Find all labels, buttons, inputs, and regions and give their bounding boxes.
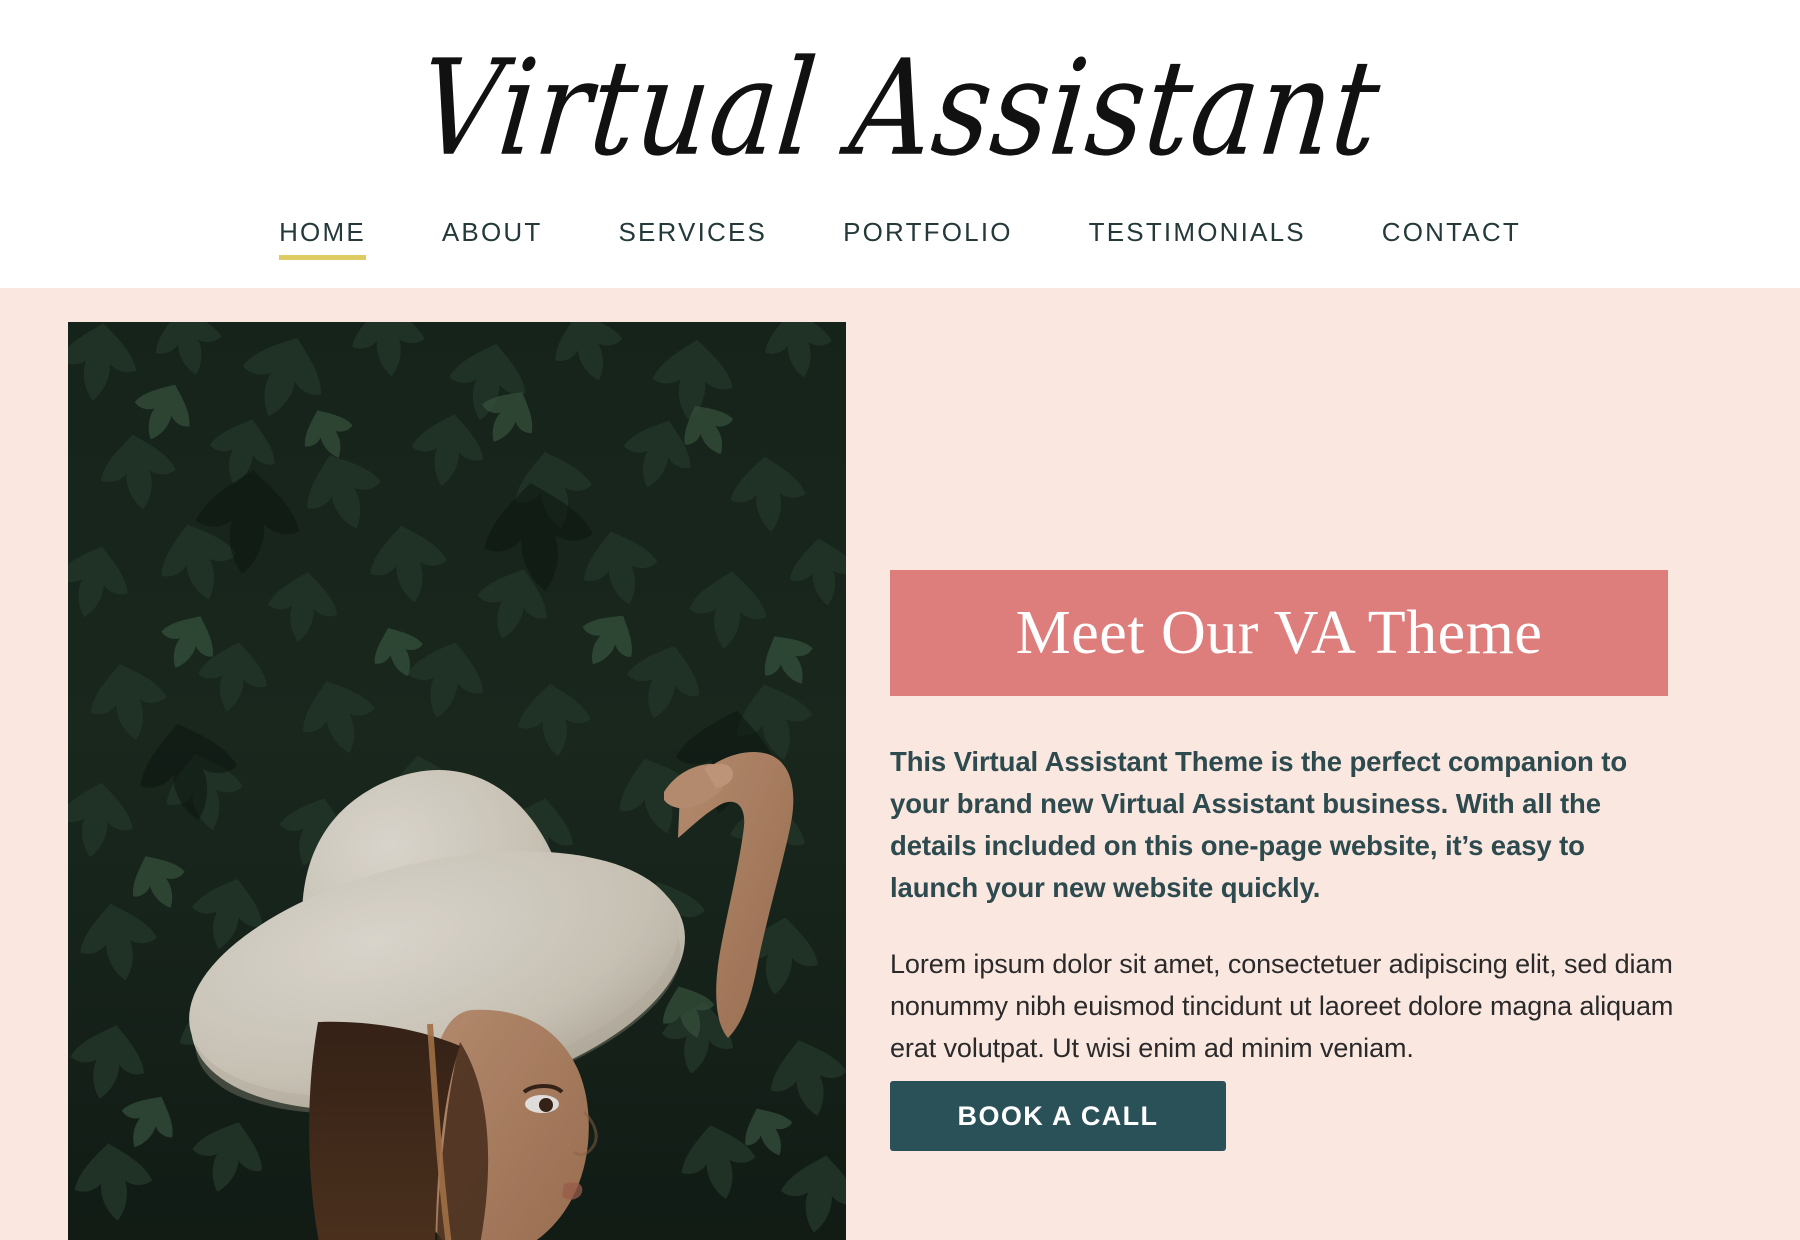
site-logo[interactable]: Virtual Assistant bbox=[0, 0, 1800, 205]
hero-section: Meet Our VA Theme This Virtual Assistant… bbox=[0, 288, 1800, 1240]
site-header: Virtual Assistant HOME ABOUT SERVICES PO… bbox=[0, 0, 1800, 288]
main-navigation: HOME ABOUT SERVICES PORTFOLIO TESTIMONIA… bbox=[0, 205, 1800, 288]
hero-body-paragraph: Lorem ipsum dolor sit amet, consectetuer… bbox=[890, 949, 1674, 1063]
logo-text: Virtual Assistant bbox=[411, 31, 1387, 186]
hero-title: Meet Our VA Theme bbox=[1015, 599, 1543, 667]
hero-photo bbox=[68, 322, 846, 1240]
nav-item-testimonials[interactable]: TESTIMONIALS bbox=[1089, 205, 1306, 262]
nav-item-services[interactable]: SERVICES bbox=[618, 205, 767, 262]
nav-item-portfolio[interactable]: PORTFOLIO bbox=[843, 205, 1013, 262]
nav-item-contact[interactable]: CONTACT bbox=[1382, 205, 1521, 262]
hero-banner: Meet Our VA Theme bbox=[890, 570, 1668, 696]
hero-content: Meet Our VA Theme This Virtual Assistant… bbox=[890, 288, 1673, 1240]
nav-item-home[interactable]: HOME bbox=[279, 205, 366, 262]
hero-lead-paragraph: This Virtual Assistant Theme is the perf… bbox=[890, 746, 1628, 903]
book-a-call-button[interactable]: BOOK A CALL bbox=[890, 1081, 1226, 1151]
page-root: Virtual Assistant HOME ABOUT SERVICES PO… bbox=[0, 0, 1800, 1240]
nav-item-about[interactable]: ABOUT bbox=[442, 205, 543, 262]
